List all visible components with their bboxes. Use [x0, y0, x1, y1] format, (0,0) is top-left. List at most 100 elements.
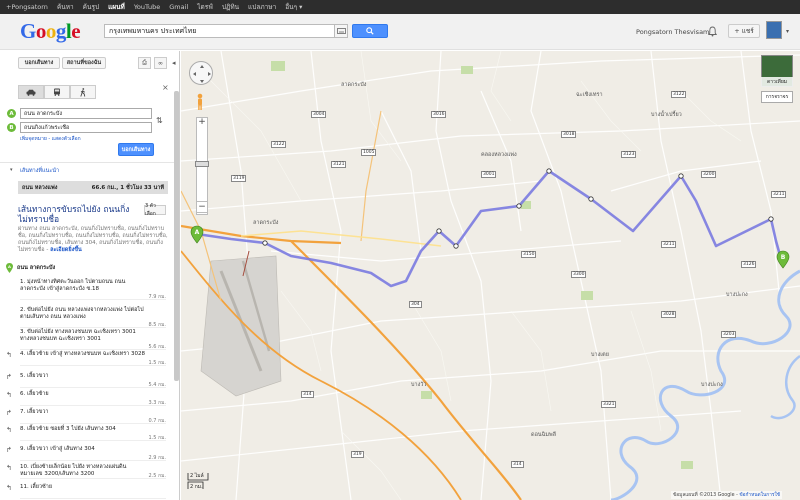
route-summary[interactable]: ถนน หลวงแพ่ง 66.6 กม., 1 ชั่วโมง 33 นาที	[18, 181, 168, 194]
topbar-item-images[interactable]: ค้นรูป	[83, 2, 99, 12]
traffic-button[interactable]: การจราจร	[761, 91, 793, 103]
search-input[interactable]	[105, 25, 333, 37]
pegman-icon[interactable]	[195, 93, 205, 111]
green-marker-a-icon: A	[6, 263, 13, 273]
map-label: คลองหลวงแพ่ง	[481, 152, 517, 158]
add-destination-link[interactable]: เพิ่มจุดหมาย - แสดงตัวเลือก	[20, 135, 81, 143]
topbar-item-search[interactable]: ค้นหา	[57, 2, 74, 12]
keyboard-icon[interactable]	[334, 24, 348, 38]
user-name[interactable]: Pongsatorn Thesvisam	[636, 28, 709, 36]
topbar-item-translate[interactable]: แปลภาษา	[248, 2, 276, 12]
zoom-in-icon[interactable]: +	[196, 117, 208, 129]
satellite-toggle[interactable]: ดาวเทียม	[761, 77, 793, 87]
terms-link[interactable]: ข้อกำหนดในการใช้	[739, 493, 780, 498]
turn-icon: ↰	[6, 464, 12, 472]
road-shield: 3001	[481, 171, 497, 178]
step-text: 11. เลี้ยวซ้าย	[20, 484, 53, 490]
topbar-item-youtube[interactable]: YouTube	[134, 3, 160, 11]
walk-icon	[80, 87, 86, 97]
zoom-out-icon[interactable]: −	[196, 201, 208, 213]
google-logo[interactable]: Google	[20, 19, 81, 44]
road-shield: 3123	[621, 151, 637, 158]
walk-mode-button[interactable]	[70, 85, 96, 99]
swap-icon[interactable]: ⇅	[156, 116, 163, 125]
step-text: 9. เลี้ยวขวา เข้าสู่ เส้นทาง 304	[20, 446, 95, 452]
turn-icon: ↱	[6, 373, 12, 381]
step-text: 1. มุ่งหน้าทางทิศตะวันออก ไปตามถนน ถนน ล…	[20, 279, 126, 292]
road-shield: 3200	[701, 171, 717, 178]
turn-icon: ↰	[6, 351, 12, 359]
topbar-item-drive[interactable]: ไดรฟ์	[197, 2, 213, 12]
search-button[interactable]	[352, 24, 388, 38]
tab-my-places[interactable]: สถานที่ของฉัน	[62, 57, 106, 69]
marker-a-icon: A	[7, 109, 16, 118]
road-shield: 3300	[571, 271, 587, 278]
close-icon[interactable]: ×	[162, 83, 169, 92]
notification-bell-icon[interactable]	[708, 26, 717, 37]
marker-b-icon[interactable]: B	[776, 250, 790, 269]
step-text: 3. ขับต่อไปยัง ทางหลวงชนบท ฉะเชิงเทรา 30…	[20, 329, 136, 342]
more-details-link[interactable]: ละเอียดยิ่งขึ้น	[50, 247, 82, 253]
car-mode-button[interactable]	[18, 85, 44, 99]
step-divider	[20, 478, 166, 479]
step-divider	[20, 460, 166, 461]
marker-a-icon[interactable]: A	[190, 225, 204, 244]
topbar-item-plus[interactable]: +Pongsatorn	[6, 3, 48, 11]
map-label: บางน้ำเปรี้ยว	[651, 112, 682, 118]
road-shield: 3203	[721, 331, 737, 338]
car-icon	[26, 89, 36, 96]
step-text: 7. เลี้ยวขวา	[20, 409, 49, 415]
turn-icon: ↱	[6, 409, 12, 417]
topbar-item-calendar[interactable]: ปฏิทิน	[222, 2, 239, 12]
map-label: ดอนฉิมพลี	[531, 432, 557, 438]
tab-directions[interactable]: บอกเส้นทาง	[18, 57, 60, 69]
map-canvas[interactable]: A B ลาดกระบัง ลาดกระบัง ฉะเชิงเทรา บางปะ…	[181, 51, 800, 500]
copyright-text: ข้อมูลแผนที่ ©2013 Google -	[673, 493, 740, 498]
scale-km: 2 กม.	[190, 484, 203, 490]
chevron-down-icon[interactable]: ▾	[786, 28, 789, 35]
topbar-item-maps[interactable]: แผนที่	[108, 2, 125, 12]
topbar-item-more[interactable]: อื่นๆ ▾	[285, 2, 302, 12]
road-shield: 1005	[361, 149, 377, 156]
svg-text:A: A	[8, 264, 11, 269]
road-shield: 3122	[271, 141, 287, 148]
search-box: ▾	[104, 24, 344, 38]
turn-icon: ↰	[6, 484, 12, 492]
road-shield: 3211	[661, 241, 677, 248]
topbar-item-gmail[interactable]: Gmail	[169, 3, 188, 11]
pan-control[interactable]	[189, 61, 213, 85]
pan-arrows-icon	[193, 65, 211, 83]
svg-text:B: B	[781, 254, 786, 261]
route-line	[195, 169, 783, 288]
panel-scrollbar[interactable]	[174, 91, 179, 381]
road-shield: 3126	[741, 261, 757, 268]
panel-tools: ⎙ ∞	[138, 57, 167, 69]
share-button[interactable]: + แชร์	[728, 24, 760, 38]
suggested-routes-link[interactable]: เส้นทางที่แนะนำ	[20, 167, 59, 175]
turn-icon: ↰	[6, 391, 12, 399]
zoom-slider-handle[interactable]	[195, 161, 209, 167]
print-icon[interactable]: ⎙	[138, 57, 151, 69]
step-text: 6. เลี้ยวซ้าย	[20, 391, 49, 397]
collapse-panel-icon[interactable]: ◂	[172, 59, 176, 67]
via-description: ผ่านทาง ถนน ลาดกระบัง, ถนนกิ่งไม่ทราบชื่…	[18, 226, 168, 254]
road-shield: 3028	[661, 311, 677, 318]
road-shield: 314	[511, 461, 524, 468]
scale-miles: 2 ไมล์	[190, 473, 204, 479]
end-location-input[interactable]	[20, 122, 152, 133]
start-row: A ถนน ลาดกระบัง	[6, 263, 166, 273]
map-label: บางปะกง	[701, 382, 723, 388]
route-summary-distance: 66.6 กม., 1 ชั่วโมง 33 นาที	[91, 184, 164, 191]
step-text: 2. ขับต่อไปยัง ถนน หลวงแพ่งจากหลวงแพ่ง ไ…	[20, 307, 144, 320]
turn-icon: ↱	[6, 446, 12, 454]
avatar[interactable]	[766, 21, 782, 39]
get-directions-button[interactable]: บอกเส้นทาง	[118, 143, 154, 156]
road-shield: 304	[409, 301, 422, 308]
route-options-button[interactable]: 3 ตัวเลือก	[144, 203, 166, 217]
svg-text:A: A	[195, 229, 200, 236]
step-text: 10. เบี่ยงซ้ายเล็กน้อย ไปยัง ทางหลวงแผ่น…	[20, 464, 127, 477]
link-icon[interactable]: ∞	[154, 57, 167, 69]
transit-mode-button[interactable]	[44, 85, 70, 99]
chevron-down-icon[interactable]: ▾	[10, 167, 13, 173]
start-location-input[interactable]	[20, 108, 152, 119]
